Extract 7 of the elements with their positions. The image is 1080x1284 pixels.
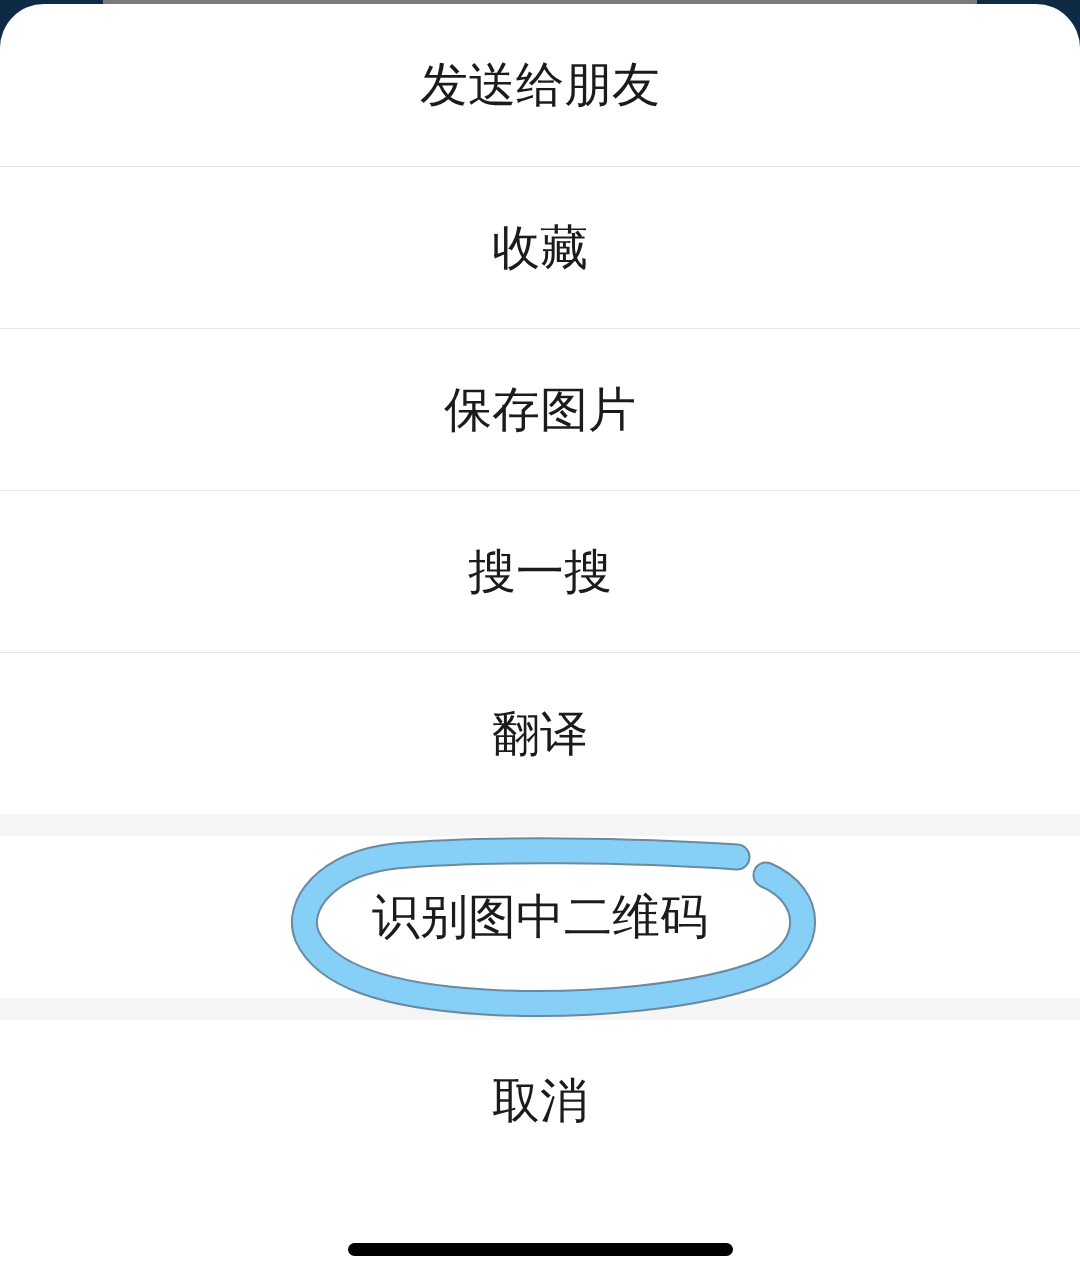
action-sheet-item[interactable]: 翻译	[492, 703, 588, 764]
action-sheet-item[interactable]: 保存图片	[444, 379, 636, 440]
action-sheet-item[interactable]: 识别图中二维码	[372, 887, 708, 947]
action-sheet-item[interactable]: 发送给朋友	[420, 55, 660, 115]
action-sheet-item[interactable]: 收藏	[492, 217, 588, 278]
action-sheet-item[interactable]: 取消	[492, 1071, 588, 1131]
action-sheet-item[interactable]: 搜一搜	[468, 541, 612, 602]
